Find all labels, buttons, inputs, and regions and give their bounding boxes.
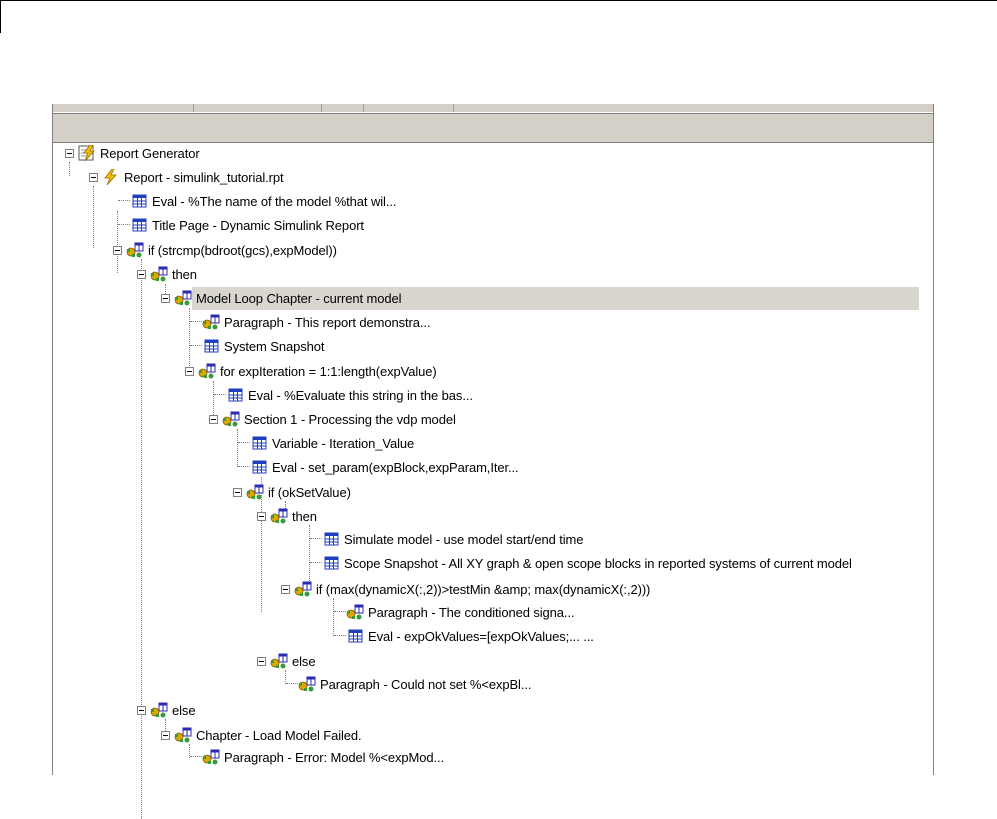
tree-node-model-loop-chapter[interactable]: Model Loop Chapter - current model (174, 288, 404, 308)
logic-component-icon (202, 314, 220, 330)
logic-component-icon (174, 727, 192, 743)
collapse-toggle-model-loop[interactable] (161, 294, 170, 303)
logic-component-icon (270, 508, 288, 524)
tree-node-label: Paragraph - Could not set %<expBl... (320, 676, 532, 692)
tree-node-section-1[interactable]: Section 1 - Processing the vdp model (222, 409, 458, 429)
logic-component-icon (202, 749, 220, 765)
tree-node-label: Report Generator (100, 145, 200, 161)
tree-node-eval-set-param[interactable]: Eval - set_param(expBlock,expParam,Iter.… (250, 457, 521, 477)
collapse-toggle-inner-then[interactable] (257, 512, 266, 521)
table-component-icon (130, 193, 148, 209)
collapse-toggle-chapter-failed[interactable] (161, 731, 170, 740)
tree-node-label: Simulate model - use model start/end tim… (344, 531, 584, 547)
tree-node-paragraph-could-not-set[interactable]: Paragraph - Could not set %<expBl... (298, 674, 533, 694)
tree-node-variable-iteration[interactable]: Variable - Iteration_Value (250, 433, 416, 453)
tree-node-eval-expokvalues[interactable]: Eval - expOkValues=[expOkValues;... ... (346, 626, 596, 646)
tree-node-eval-model-name[interactable]: Eval - %The name of the model %that wil.… (130, 191, 398, 211)
tree-node-label: then (172, 266, 197, 282)
tree-node-title-page[interactable]: Title Page - Dynamic Simulink Report (130, 215, 366, 235)
tree-node-label: Chapter - Load Model Failed. (196, 727, 362, 743)
collapse-toggle-for-loop[interactable] (185, 367, 194, 376)
report-tree: Report Generator Report - simulink_tutor… (53, 104, 933, 819)
logic-component-icon (150, 266, 168, 282)
tree-node-paragraph-demonstra[interactable]: Paragraph - This report demonstra... (202, 312, 432, 332)
collapse-toggle-if-strcmp[interactable] (113, 246, 122, 255)
tree-node-label: Eval - expOkValues=[expOkValues;... ... (368, 628, 594, 644)
table-component-icon (322, 531, 340, 547)
collapse-toggle-section-1[interactable] (209, 415, 218, 424)
tree-node-label: Paragraph - Error: Model %<expMod... (224, 749, 445, 765)
tree-node-paragraph-error[interactable]: Paragraph - Error: Model %<expMod... (202, 747, 446, 767)
tree-node-chapter-load-failed[interactable]: Chapter - Load Model Failed. (174, 725, 364, 745)
tree-node-label: Model Loop Chapter - current model (194, 289, 404, 307)
tree-node-label: if (okSetValue) (268, 484, 351, 500)
tree-node-label: Eval - %Evaluate this string in the bas.… (248, 387, 473, 403)
tree-node-label: Paragraph - The conditioned signa... (368, 604, 575, 620)
tree-node-if-oksetvalue[interactable]: if (okSetValue) (246, 482, 353, 502)
tree-node-label: Variable - Iteration_Value (272, 435, 415, 451)
tree-node-report-generator[interactable]: Report Generator (78, 143, 202, 163)
table-component-icon (250, 435, 268, 451)
tree-node-label: Report - simulink_tutorial.rpt (124, 169, 284, 185)
logic-component-icon (174, 290, 192, 306)
tree-node-label: Section 1 - Processing the vdp model (244, 411, 456, 427)
tree-node-label: if (strcmp(bdroot(gcs),expModel)) (148, 242, 337, 258)
logic-component-icon (270, 653, 288, 669)
collapse-toggle-if-max[interactable] (281, 585, 290, 594)
tree-node-if-strcmp[interactable]: if (strcmp(bdroot(gcs),expModel)) (126, 240, 339, 260)
logic-component-icon (126, 242, 144, 258)
tree-node-if-max[interactable]: if (max(dynamicX(:,2))>testMin &amp; max… (294, 579, 652, 599)
tree-node-outer-else[interactable]: else (150, 700, 197, 720)
table-component-icon (130, 217, 148, 233)
logic-component-icon (246, 484, 264, 500)
tree-node-label: Title Page - Dynamic Simulink Report (152, 217, 364, 233)
tree-node-simulate-model[interactable]: Simulate model - use model start/end tim… (322, 529, 585, 549)
tree-node-inner-else[interactable]: else (270, 651, 317, 671)
collapse-toggle-report[interactable] (89, 173, 98, 182)
tree-node-label: then (292, 508, 317, 524)
tree-node-label: Scope Snapshot - All XY graph & open sco… (344, 555, 852, 571)
table-component-icon (250, 459, 268, 475)
tree-node-system-snapshot[interactable]: System Snapshot (202, 336, 326, 356)
tree-node-label: if (max(dynamicX(:,2))>testMin &amp; max… (316, 581, 651, 597)
tree-node-for-loop[interactable]: for expIteration = 1:1:length(expValue) (198, 361, 439, 381)
page-left-tick (0, 0, 1, 33)
collapse-toggle-outer-else[interactable] (137, 706, 146, 715)
table-component-icon (202, 338, 220, 354)
tree-node-label: else (292, 653, 316, 669)
collapse-toggle-inner-else[interactable] (257, 657, 266, 666)
table-component-icon (322, 555, 340, 571)
tree-node-label: System Snapshot (224, 338, 325, 354)
tree-node-label: for expIteration = 1:1:length(expValue) (220, 363, 437, 379)
tree-node-label: else (172, 702, 196, 718)
table-component-icon (226, 387, 244, 403)
logic-component-icon (198, 363, 216, 379)
tree-node-label: Eval - %The name of the model %that wil.… (152, 193, 397, 209)
report-outline-panel: Report Generator Report - simulink_tutor… (52, 104, 934, 819)
logic-component-icon (150, 702, 168, 718)
tree-node-inner-then[interactable]: then (270, 506, 319, 526)
report-generator-icon (78, 145, 96, 161)
tree-node-scope-snapshot[interactable]: Scope Snapshot - All XY graph & open sco… (322, 553, 854, 573)
logic-component-icon (294, 581, 312, 597)
collapse-toggle-then[interactable] (137, 270, 146, 279)
tree-node-then[interactable]: then (150, 264, 199, 284)
lightning-report-icon (102, 169, 120, 185)
page-top-rule (0, 0, 997, 1)
logic-component-icon (222, 411, 240, 427)
tree-node-label: Paragraph - This report demonstra... (224, 314, 431, 330)
tree-node-label: Eval - set_param(expBlock,expParam,Iter.… (272, 459, 519, 475)
tree-node-eval-evaluate[interactable]: Eval - %Evaluate this string in the bas.… (226, 385, 475, 405)
table-component-icon (346, 628, 364, 644)
collapse-toggle-report-generator[interactable] (65, 149, 74, 158)
logic-component-icon (298, 676, 316, 692)
collapse-toggle-if-oksetvalue[interactable] (233, 488, 242, 497)
logic-component-icon (346, 604, 364, 620)
tree-node-report-file[interactable]: Report - simulink_tutorial.rpt (102, 167, 286, 187)
tree-node-paragraph-conditioned[interactable]: Paragraph - The conditioned signa... (346, 602, 576, 622)
